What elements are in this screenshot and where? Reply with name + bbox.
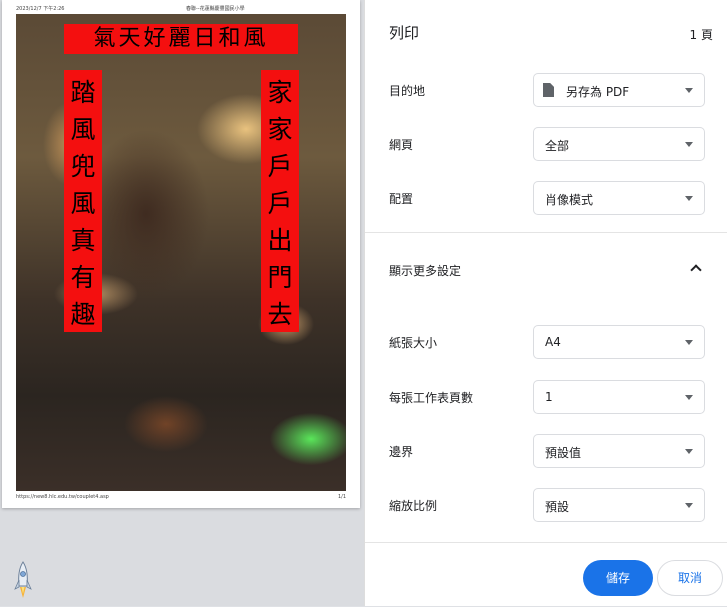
paper-size-value: A4 <box>545 335 561 349</box>
chevron-down-icon <box>685 142 693 147</box>
paper-size-select[interactable]: A4 <box>533 325 705 359</box>
margins-select[interactable]: 預設值 <box>533 434 705 468</box>
layout-value: 肖像模式 <box>545 193 594 207</box>
paper-size-label: 紙張大小 <box>389 336 438 350</box>
print-settings-panel: 列印 1 頁 目的地 另存為 PDF 網頁 全部 配置 肖像模式 顯示更多設定 … <box>364 0 727 606</box>
chevron-down-icon <box>685 88 693 93</box>
chevron-down-icon <box>685 395 693 400</box>
destination-value: 另存為 PDF <box>566 85 630 99</box>
scale-value: 預設 <box>545 500 570 514</box>
scale-select[interactable]: 預設 <box>533 488 705 522</box>
page-title: 列印 <box>389 24 420 42</box>
print-header-title: 春聯--花蓮縣慶豐國民小學 <box>186 6 245 12</box>
dialog-footer: 儲存 取消 <box>365 542 727 607</box>
print-footer-url: https://new8.hlc.edu.tw/couplet4.asp <box>16 494 109 500</box>
couplet-top-banner: 氣天好麗日和風 <box>64 24 298 54</box>
chevron-down-icon <box>685 196 693 201</box>
scale-label: 縮放比例 <box>389 499 438 513</box>
pages-per-sheet-label: 每張工作表頁數 <box>389 391 474 405</box>
destination-label: 目的地 <box>389 84 426 98</box>
couplet-photo: 氣天好麗日和風 踏風兜風真有趣 家家戶戶出門去 <box>16 14 346 491</box>
destination-select[interactable]: 另存為 PDF <box>533 73 705 107</box>
margins-value: 預設值 <box>545 446 582 460</box>
chevron-down-icon <box>685 449 693 454</box>
save-button[interactable]: 儲存 <box>583 560 653 596</box>
print-footer-page-number: 1/1 <box>338 494 347 500</box>
pages-per-sheet-select[interactable]: 1 <box>533 380 705 414</box>
file-icon <box>543 83 554 97</box>
layout-select[interactable]: 肖像模式 <box>533 181 705 215</box>
cancel-button[interactable]: 取消 <box>657 560 723 596</box>
couplet-left-banner: 踏風兜風真有趣 <box>64 70 102 332</box>
print-preview-pane: 2023/12/7 下午2:26 春聯--花蓮縣慶豐國民小學 氣天好麗日和風 踏… <box>0 0 364 606</box>
pages-select[interactable]: 全部 <box>533 127 705 161</box>
preview-page: 2023/12/7 下午2:26 春聯--花蓮縣慶豐國民小學 氣天好麗日和風 踏… <box>2 0 360 508</box>
couplet-right-banner: 家家戶戶出門去 <box>261 70 299 332</box>
more-settings-toggle[interactable]: 顯示更多設定 <box>365 245 727 293</box>
rocket-icon <box>14 561 32 598</box>
more-settings-label: 顯示更多設定 <box>389 264 462 278</box>
margins-label: 邊界 <box>389 445 414 459</box>
chevron-down-icon <box>685 503 693 508</box>
print-header-date: 2023/12/7 下午2:26 <box>16 6 65 12</box>
chevron-down-icon <box>685 340 693 345</box>
sheet-count: 1 頁 <box>689 28 713 42</box>
divider <box>365 232 727 233</box>
layout-label: 配置 <box>389 192 414 206</box>
pages-label: 網頁 <box>389 138 414 152</box>
pages-per-sheet-value: 1 <box>545 390 553 404</box>
chevron-up-icon <box>690 264 702 276</box>
pages-value: 全部 <box>545 139 570 153</box>
